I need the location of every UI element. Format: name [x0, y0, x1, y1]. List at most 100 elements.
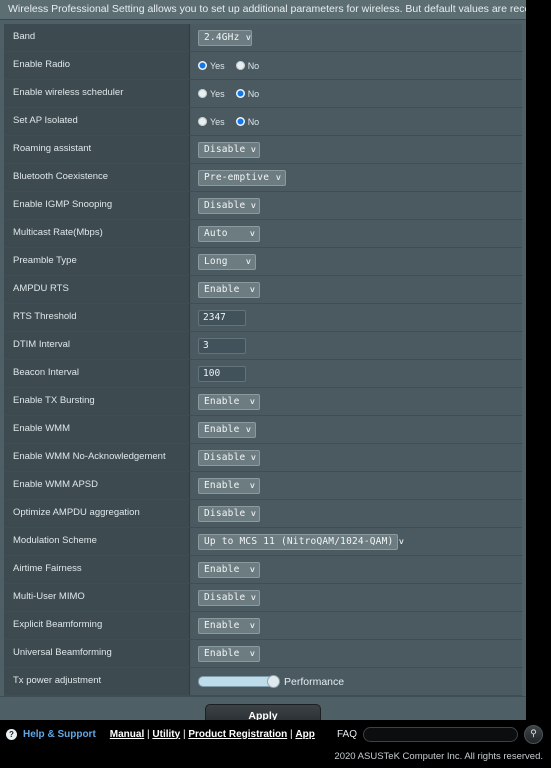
radio-button-icon[interactable] [235, 117, 245, 126]
setting-value: Long ∨ [190, 248, 522, 275]
dropdown-value: Enable [204, 648, 240, 659]
radio-option-yes[interactable]: Yes [198, 61, 225, 71]
setting-label: Beacon Interval [4, 360, 190, 387]
setting-dropdown[interactable]: Enable ∨ [198, 421, 256, 438]
copyright-text: 2020 ASUSTeK Computer Inc. All rights re… [334, 751, 543, 762]
chevron-down-icon: ∨ [249, 228, 256, 238]
setting-dropdown[interactable]: Enable ∨ [198, 477, 260, 494]
tx-power-slider[interactable] [198, 675, 280, 688]
search-icon[interactable]: ⚲ [524, 724, 543, 744]
faq-search-input[interactable] [363, 726, 518, 742]
radio-option-no[interactable]: No [235, 60, 260, 71]
footer-links-bar: ? Help & Support Manual | Utility | Prod… [0, 720, 551, 748]
radio-label: Yes [210, 116, 225, 127]
setting-dropdown[interactable]: Disable ∨ [198, 505, 260, 522]
setting-row: Multi-User MIMO Disable ∨ [4, 584, 522, 612]
dropdown-value: Disable [204, 200, 246, 211]
setting-value: Enable ∨ [190, 612, 522, 639]
setting-dropdown[interactable]: Disable ∨ [198, 197, 260, 214]
setting-value: Enable ∨ [190, 472, 522, 499]
radio-option-yes[interactable]: Yes [198, 117, 225, 127]
setting-row: Universal Beamforming Enable ∨ [4, 640, 522, 668]
setting-text-input[interactable] [198, 365, 246, 382]
setting-label: Tx power adjustment [4, 668, 190, 695]
settings-form: Band 2.4GHz ∨ Enable Radio Yes No Enable wirel… [0, 20, 526, 696]
chevron-down-icon: ∨ [250, 508, 258, 518]
dropdown-value: Disable [204, 452, 246, 463]
radio-label: No [247, 60, 260, 71]
setting-dropdown[interactable]: Enable ∨ [198, 393, 260, 410]
dropdown-value: 2.4GHz [204, 32, 240, 43]
setting-dropdown[interactable]: Enable ∨ [198, 561, 260, 578]
chevron-down-icon: ∨ [249, 564, 256, 574]
tx-power-slider-group: Performance [198, 675, 345, 688]
radio-option-yes[interactable]: Yes [198, 89, 225, 99]
setting-label: Explicit Beamforming [4, 612, 190, 639]
setting-value: Pre-emptive ∨ [190, 164, 522, 191]
radio-option-no[interactable]: No [235, 88, 260, 99]
setting-value: Yes No [190, 80, 522, 107]
setting-label: Optimize AMPDU aggregation [4, 500, 190, 527]
setting-dropdown[interactable]: Enable ∨ [198, 281, 260, 298]
setting-label: Enable wireless scheduler [4, 80, 190, 107]
radio-button-icon[interactable] [198, 117, 207, 126]
setting-dropdown[interactable]: Auto ∨ [198, 225, 260, 242]
radio-label: No [247, 88, 260, 99]
radio-group: Yes No [198, 61, 259, 71]
info-banner: Wireless Professional Setting allows you… [0, 0, 526, 20]
router-settings-page: Wireless Professional Setting allows you… [0, 0, 551, 768]
setting-row: Set AP Isolated Yes No [4, 108, 522, 136]
footer-link[interactable]: App [295, 729, 314, 740]
setting-label: Enable WMM APSD [4, 472, 190, 499]
setting-dropdown[interactable]: Pre-emptive ∨ [198, 169, 286, 186]
setting-row: Band 2.4GHz ∨ [4, 24, 522, 52]
setting-row: Enable Radio Yes No [4, 52, 522, 80]
setting-row: RTS Threshold [4, 304, 522, 332]
setting-text-input[interactable] [198, 337, 246, 354]
footer-link[interactable]: Product Registration [188, 729, 287, 740]
slider-handle[interactable] [267, 675, 280, 688]
help-and-support-label[interactable]: Help & Support [23, 729, 96, 740]
radio-button-icon[interactable] [198, 61, 207, 70]
footer-link[interactable]: Manual [110, 729, 144, 740]
setting-dropdown[interactable]: Disable ∨ [198, 449, 260, 466]
chevron-down-icon: ∨ [398, 536, 406, 546]
setting-dropdown[interactable]: Disable ∨ [198, 589, 260, 606]
radio-option-no[interactable]: No [235, 117, 259, 127]
setting-value: Yes No [190, 108, 522, 135]
setting-value: Disable ∨ [190, 500, 522, 527]
chevron-down-icon: ∨ [249, 396, 256, 406]
chevron-down-icon: ∨ [275, 172, 282, 182]
faq-search-area: FAQ ⚲ [337, 724, 551, 744]
dropdown-value: Up to MCS 11 (NitroQAM/1024-QAM) [204, 536, 394, 547]
dropdown-value: Enable [204, 620, 240, 631]
setting-row: Tx power adjustment Performance [4, 668, 522, 696]
radio-button-icon[interactable] [235, 61, 245, 70]
chevron-down-icon: ∨ [250, 200, 258, 210]
radio-label: Yes [210, 60, 225, 71]
setting-dropdown[interactable]: Enable ∨ [198, 645, 260, 662]
footer-link[interactable]: Utility [152, 729, 180, 740]
setting-value: Performance [190, 668, 522, 695]
setting-row: AMPDU RTS Enable ∨ [4, 276, 522, 304]
setting-label: Multicast Rate(Mbps) [4, 220, 190, 247]
setting-label: Enable Radio [4, 52, 190, 79]
slider-value-label: Performance [284, 675, 345, 688]
dropdown-value: Enable [204, 424, 240, 435]
setting-row: Optimize AMPDU aggregation Disable ∨ [4, 500, 522, 528]
setting-dropdown[interactable]: Up to MCS 11 (NitroQAM/1024-QAM) ∨ [198, 533, 405, 550]
setting-dropdown[interactable]: Disable ∨ [198, 141, 260, 158]
setting-dropdown[interactable]: 2.4GHz ∨ [198, 29, 252, 46]
setting-dropdown[interactable]: Long ∨ [198, 253, 256, 270]
dropdown-value: Enable [204, 564, 240, 575]
radio-button-icon[interactable] [235, 89, 245, 98]
dropdown-value: Auto [204, 228, 228, 239]
setting-value [190, 360, 522, 387]
setting-dropdown[interactable]: Enable ∨ [198, 617, 260, 634]
page-footer: ? Help & Support Manual | Utility | Prod… [0, 720, 551, 768]
setting-text-input[interactable] [198, 309, 246, 326]
wireless-professional-panel: Wireless Professional Setting allows you… [0, 0, 529, 736]
radio-button-icon[interactable] [198, 89, 207, 98]
setting-value: 2.4GHz ∨ [190, 24, 522, 51]
setting-label: Enable IGMP Snooping [4, 192, 190, 219]
